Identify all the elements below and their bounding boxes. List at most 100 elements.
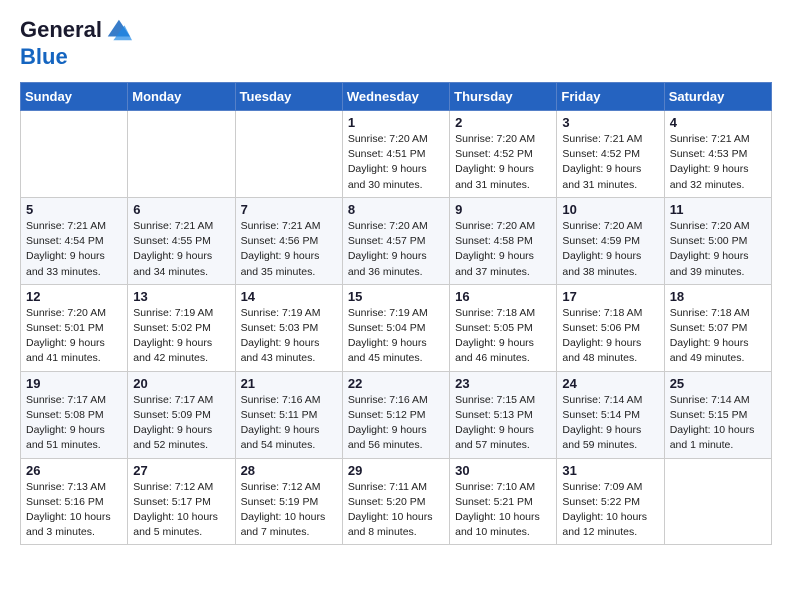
day-info: Sunrise: 7:19 AM Sunset: 5:04 PM Dayligh… bbox=[348, 306, 444, 367]
day-cell: 31 Sunrise: 7:09 AM Sunset: 5:22 PM Dayli… bbox=[557, 458, 664, 545]
day-cell: 29 Sunrise: 7:11 AM Sunset: 5:20 PM Dayli… bbox=[342, 458, 449, 545]
day-cell: 6 Sunrise: 7:21 AM Sunset: 4:55 PM Daylig… bbox=[128, 197, 235, 284]
day-info: Sunrise: 7:13 AM Sunset: 5:16 PM Dayligh… bbox=[26, 480, 122, 541]
day-cell: 25Sunrise: 7:14 AM Sunset: 5:15 PM Dayli… bbox=[664, 371, 771, 458]
day-number: 30 bbox=[455, 463, 551, 478]
day-cell: 21 Sunrise: 7:16 AM Sunset: 5:11 PM Dayli… bbox=[235, 371, 342, 458]
day-info: Sunrise: 7:20 AM Sunset: 4:52 PM Dayligh… bbox=[455, 132, 551, 193]
week-row-2: 5 Sunrise: 7:21 AM Sunset: 4:54 PM Daylig… bbox=[21, 197, 772, 284]
day-number: 13 bbox=[133, 289, 229, 304]
day-number: 17 bbox=[562, 289, 658, 304]
day-cell: 2 Sunrise: 7:20 AM Sunset: 4:52 PM Daylig… bbox=[450, 111, 557, 198]
day-cell: 10 Sunrise: 7:20 AM Sunset: 4:59 PM Dayli… bbox=[557, 197, 664, 284]
day-number: 24 bbox=[562, 376, 658, 391]
calendar-page: General Blue SundayMondayTuesdayWednesda… bbox=[0, 0, 792, 565]
day-cell: 27 Sunrise: 7:12 AM Sunset: 5:17 PM Dayli… bbox=[128, 458, 235, 545]
day-cell: 11 Sunrise: 7:20 AM Sunset: 5:00 PM Dayli… bbox=[664, 197, 771, 284]
day-number: 21 bbox=[241, 376, 337, 391]
day-info: Sunrise: 7:17 AM Sunset: 5:09 PM Dayligh… bbox=[133, 393, 229, 454]
day-info: Sunrise: 7:14 AM Sunset: 5:15 PM Dayligh… bbox=[670, 393, 766, 454]
header: General Blue bbox=[20, 16, 772, 70]
day-cell: 20 Sunrise: 7:17 AM Sunset: 5:09 PM Dayli… bbox=[128, 371, 235, 458]
day-cell: 12 Sunrise: 7:20 AM Sunset: 5:01 PM Dayli… bbox=[21, 284, 128, 371]
day-number: 26 bbox=[26, 463, 122, 478]
day-cell: 14Sunrise: 7:19 AM Sunset: 5:03 PM Dayli… bbox=[235, 284, 342, 371]
day-info: Sunrise: 7:11 AM Sunset: 5:20 PM Dayligh… bbox=[348, 480, 444, 541]
day-cell: 1 Sunrise: 7:20 AM Sunset: 4:51 PM Daylig… bbox=[342, 111, 449, 198]
day-number: 20 bbox=[133, 376, 229, 391]
day-info: Sunrise: 7:20 AM Sunset: 4:51 PM Dayligh… bbox=[348, 132, 444, 193]
day-number: 6 bbox=[133, 202, 229, 217]
weekday-header-sunday: Sunday bbox=[21, 83, 128, 111]
day-info: Sunrise: 7:16 AM Sunset: 5:11 PM Dayligh… bbox=[241, 393, 337, 454]
day-cell: 4 Sunrise: 7:21 AM Sunset: 4:53 PM Daylig… bbox=[664, 111, 771, 198]
day-info: Sunrise: 7:20 AM Sunset: 5:01 PM Dayligh… bbox=[26, 306, 122, 367]
day-cell: 30 Sunrise: 7:10 AM Sunset: 5:21 PM Dayli… bbox=[450, 458, 557, 545]
day-info: Sunrise: 7:21 AM Sunset: 4:54 PM Dayligh… bbox=[26, 219, 122, 280]
day-number: 1 bbox=[348, 115, 444, 130]
day-number: 2 bbox=[455, 115, 551, 130]
day-cell: 22Sunrise: 7:16 AM Sunset: 5:12 PM Dayli… bbox=[342, 371, 449, 458]
day-cell: 15 Sunrise: 7:19 AM Sunset: 5:04 PM Dayli… bbox=[342, 284, 449, 371]
day-number: 10 bbox=[562, 202, 658, 217]
day-number: 19 bbox=[26, 376, 122, 391]
day-number: 9 bbox=[455, 202, 551, 217]
day-number: 15 bbox=[348, 289, 444, 304]
day-number: 18 bbox=[670, 289, 766, 304]
day-info: Sunrise: 7:20 AM Sunset: 5:00 PM Dayligh… bbox=[670, 219, 766, 280]
day-number: 4 bbox=[670, 115, 766, 130]
weekday-header-wednesday: Wednesday bbox=[342, 83, 449, 111]
week-row-4: 19Sunrise: 7:17 AM Sunset: 5:08 PM Dayli… bbox=[21, 371, 772, 458]
day-info: Sunrise: 7:21 AM Sunset: 4:56 PM Dayligh… bbox=[241, 219, 337, 280]
day-cell: 19Sunrise: 7:17 AM Sunset: 5:08 PM Dayli… bbox=[21, 371, 128, 458]
day-info: Sunrise: 7:12 AM Sunset: 5:19 PM Dayligh… bbox=[241, 480, 337, 541]
weekday-header-row: SundayMondayTuesdayWednesdayThursdayFrid… bbox=[21, 83, 772, 111]
day-info: Sunrise: 7:18 AM Sunset: 5:07 PM Dayligh… bbox=[670, 306, 766, 367]
day-cell bbox=[21, 111, 128, 198]
day-cell bbox=[664, 458, 771, 545]
weekday-header-saturday: Saturday bbox=[664, 83, 771, 111]
day-number: 31 bbox=[562, 463, 658, 478]
day-number: 27 bbox=[133, 463, 229, 478]
day-cell: 26 Sunrise: 7:13 AM Sunset: 5:16 PM Dayli… bbox=[21, 458, 128, 545]
logo-icon bbox=[104, 16, 132, 44]
day-cell: 13 Sunrise: 7:19 AM Sunset: 5:02 PM Dayli… bbox=[128, 284, 235, 371]
day-info: Sunrise: 7:21 AM Sunset: 4:53 PM Dayligh… bbox=[670, 132, 766, 193]
day-info: Sunrise: 7:21 AM Sunset: 4:55 PM Dayligh… bbox=[133, 219, 229, 280]
weekday-header-friday: Friday bbox=[557, 83, 664, 111]
day-info: Sunrise: 7:19 AM Sunset: 5:02 PM Dayligh… bbox=[133, 306, 229, 367]
day-info: Sunrise: 7:14 AM Sunset: 5:14 PM Dayligh… bbox=[562, 393, 658, 454]
weekday-header-thursday: Thursday bbox=[450, 83, 557, 111]
day-number: 22 bbox=[348, 376, 444, 391]
weekday-header-tuesday: Tuesday bbox=[235, 83, 342, 111]
day-cell: 18 Sunrise: 7:18 AM Sunset: 5:07 PM Dayli… bbox=[664, 284, 771, 371]
logo-blue: Blue bbox=[20, 44, 132, 70]
day-info: Sunrise: 7:12 AM Sunset: 5:17 PM Dayligh… bbox=[133, 480, 229, 541]
day-info: Sunrise: 7:19 AM Sunset: 5:03 PM Dayligh… bbox=[241, 306, 337, 367]
day-number: 16 bbox=[455, 289, 551, 304]
day-number: 28 bbox=[241, 463, 337, 478]
day-cell: 3 Sunrise: 7:21 AM Sunset: 4:52 PM Daylig… bbox=[557, 111, 664, 198]
day-number: 11 bbox=[670, 202, 766, 217]
day-cell: 28 Sunrise: 7:12 AM Sunset: 5:19 PM Dayli… bbox=[235, 458, 342, 545]
day-number: 5 bbox=[26, 202, 122, 217]
day-number: 29 bbox=[348, 463, 444, 478]
day-number: 7 bbox=[241, 202, 337, 217]
day-number: 23 bbox=[455, 376, 551, 391]
day-info: Sunrise: 7:09 AM Sunset: 5:22 PM Dayligh… bbox=[562, 480, 658, 541]
day-info: Sunrise: 7:18 AM Sunset: 5:06 PM Dayligh… bbox=[562, 306, 658, 367]
day-number: 12 bbox=[26, 289, 122, 304]
day-info: Sunrise: 7:18 AM Sunset: 5:05 PM Dayligh… bbox=[455, 306, 551, 367]
weekday-header-monday: Monday bbox=[128, 83, 235, 111]
day-info: Sunrise: 7:20 AM Sunset: 4:58 PM Dayligh… bbox=[455, 219, 551, 280]
day-cell: 9 Sunrise: 7:20 AM Sunset: 4:58 PM Daylig… bbox=[450, 197, 557, 284]
day-info: Sunrise: 7:21 AM Sunset: 4:52 PM Dayligh… bbox=[562, 132, 658, 193]
day-info: Sunrise: 7:20 AM Sunset: 4:59 PM Dayligh… bbox=[562, 219, 658, 280]
day-number: 3 bbox=[562, 115, 658, 130]
week-row-1: 1 Sunrise: 7:20 AM Sunset: 4:51 PM Daylig… bbox=[21, 111, 772, 198]
day-cell bbox=[128, 111, 235, 198]
day-info: Sunrise: 7:10 AM Sunset: 5:21 PM Dayligh… bbox=[455, 480, 551, 541]
day-info: Sunrise: 7:20 AM Sunset: 4:57 PM Dayligh… bbox=[348, 219, 444, 280]
day-cell: 16 Sunrise: 7:18 AM Sunset: 5:05 PM Dayli… bbox=[450, 284, 557, 371]
day-number: 8 bbox=[348, 202, 444, 217]
